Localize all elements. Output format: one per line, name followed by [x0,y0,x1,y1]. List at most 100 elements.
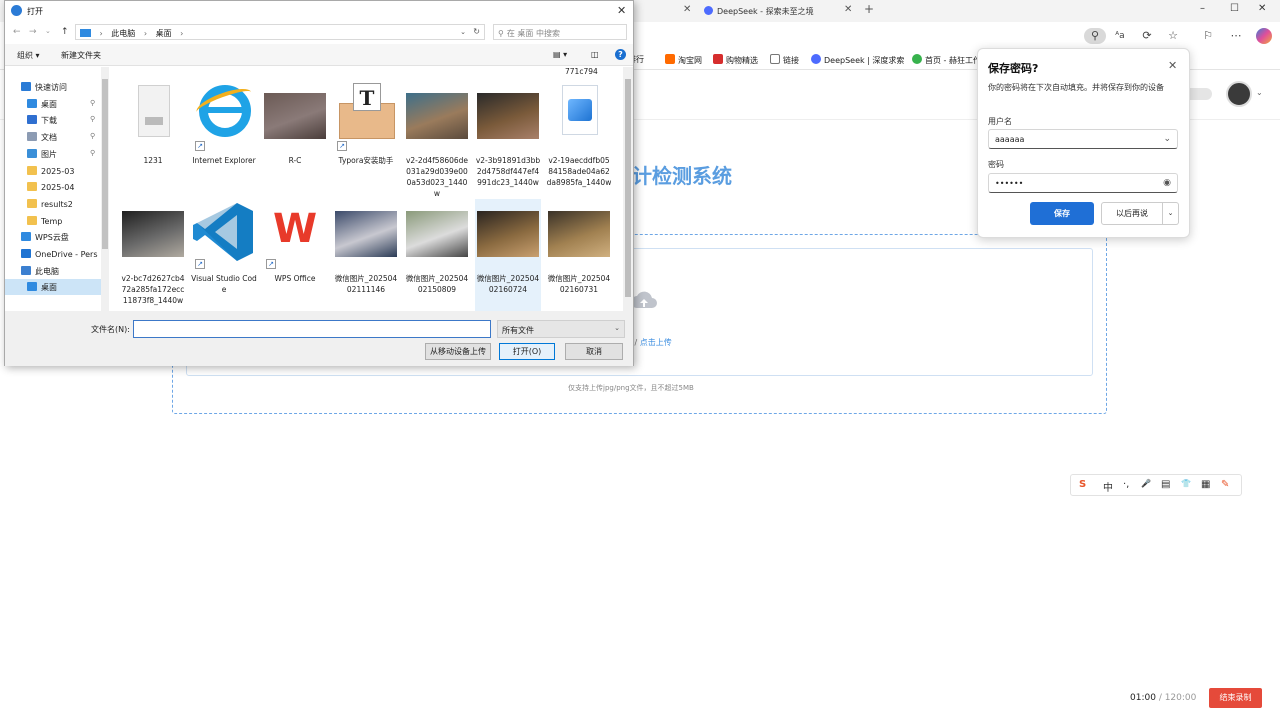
partial-file-label: 771c794 [565,67,598,76]
sidebar-item[interactable]: WPS云盘 [5,229,101,245]
file-item[interactable]: W ↗ WPS Office [262,199,328,311]
chevron-down-icon[interactable]: ⌄ [1163,134,1171,144]
organize-button[interactable]: 组织 ▾ [17,50,40,61]
password-key-icon[interactable]: ⚲ [1084,28,1106,44]
deepseek-icon [704,6,713,15]
file-item[interactable]: v2-2d4f58606de031a29d039e000a53d023_1440… [404,81,470,198]
skin-icon[interactable]: 👕 [1181,479,1191,488]
preview-pane-icon[interactable]: ◫ [591,50,599,59]
maximize-button[interactable]: ☐ [1230,3,1239,14]
chevron-down-icon[interactable]: ⌄ [1163,202,1179,225]
handwriting-icon[interactable]: ✎ [1221,479,1229,490]
search-input[interactable]: ⚲ 在 桌面 中搜索 [493,24,627,40]
favorite-label: 购物精选 [726,56,758,65]
chevron-down-icon[interactable]: ⌄ [45,27,51,35]
read-aloud-icon[interactable]: ᴬa [1112,28,1128,44]
chevron-down-icon[interactable]: ⌄ [1256,88,1263,97]
sidebar-item[interactable]: 下载 ⚲ [5,112,101,128]
extension-icon[interactable]: ⟳ [1139,28,1155,44]
breadcrumb-item[interactable]: 桌面 [156,29,172,38]
new-folder-button[interactable]: 新建文件夹 [61,50,101,61]
favorite-item[interactable]: 购物精选 [713,54,758,66]
refresh-icon[interactable]: ↻ [473,27,480,36]
sidebar-item[interactable]: 桌面 [5,279,101,296]
sidebar-item[interactable]: 2025-04 [5,179,101,195]
collections-icon[interactable]: ⚐ [1200,28,1216,44]
up-arrow-icon[interactable]: ↑ [61,27,69,37]
keyboard-icon[interactable]: ▤ [1161,479,1170,490]
password-field[interactable]: •••••• ◉ [988,173,1178,193]
ime-punctuation[interactable]: ·, [1123,479,1129,490]
favorite-item[interactable]: DeepSeek | 深度求索 [811,54,904,66]
file-open-dialog: 打开 ✕ ← → ⌄ ↑ › 此电脑 › 桌面 › ⌄ ↻ ⚲ 在 桌面 中搜索 … [4,0,634,366]
file-item[interactable]: 微信图片_20250402160724 [475,199,541,311]
favorite-star-icon[interactable]: ☆ [1165,28,1181,44]
file-item[interactable]: 1231 [120,81,186,197]
sidebar-item[interactable]: 快速访问 [5,79,101,95]
eye-icon[interactable]: ◉ [1163,178,1171,188]
favorite-item[interactable]: 链接 [770,54,799,66]
sidebar-item[interactable]: results2 [5,196,101,212]
open-button[interactable]: 打开(O) [499,343,555,360]
sidebar-item[interactable]: 图片 ⚲ [5,146,101,162]
more-menu-icon[interactable]: ⋯ [1228,28,1244,44]
view-options-icon[interactable]: ▤ ▾ [553,50,567,59]
tab-deepseek[interactable]: DeepSeek - 探索未至之境 [698,2,820,20]
sidebar-item[interactable]: Temp [5,213,101,229]
file-item[interactable]: v2-19aecddfb0584158ade04a62da8985fa_1440… [546,81,612,197]
file-item[interactable]: 微信图片_20250402111146 [333,199,399,311]
sidebar-item[interactable]: OneDrive - Pers [5,246,101,262]
toolbox-icon[interactable]: ▦ [1201,479,1210,490]
address-path[interactable]: › 此电脑 › 桌面 › ⌄ ↻ [75,24,485,40]
close-icon[interactable]: ✕ [1168,59,1177,72]
not-now-button[interactable]: 以后再说 [1101,202,1163,225]
new-tab-button[interactable]: + [864,2,874,16]
file-list-scrollbar-thumb[interactable] [625,79,631,297]
file-item[interactable]: ↗ Internet Explorer [191,81,257,197]
file-item[interactable]: 微信图片_20250402160731 [546,199,612,311]
file-item[interactable]: 微信图片_20250402150809 [404,199,470,311]
copilot-icon[interactable] [1256,28,1272,44]
dialog-title: 打开 [27,7,43,16]
save-button[interactable]: 保存 [1030,202,1094,225]
cancel-button[interactable]: 取消 [565,343,623,360]
sidebar-scrollbar-thumb[interactable] [102,79,108,249]
dialog-close-icon[interactable]: ✕ [617,4,626,17]
filename-input[interactable]: ⌄ [133,320,616,338]
sidebar-item[interactable]: 桌面 ⚲ [5,96,101,112]
click-upload-link[interactable]: 点击上传 [640,338,672,347]
sogou-logo-icon[interactable]: S [1079,479,1086,490]
favorite-item[interactable]: 淘宝网 [665,54,702,66]
username-field[interactable]: aaaaaa ⌄ [988,129,1178,149]
back-arrow-icon[interactable]: ← [13,27,21,37]
window-close-button[interactable]: ✕ [1258,3,1266,14]
breadcrumb-item[interactable]: 此电脑 [111,29,135,38]
upload-from-device-button[interactable]: 从移动设备上传 [425,343,491,360]
file-item[interactable]: R-C [262,81,328,197]
close-tab-icon[interactable]: ✕ [683,4,691,15]
close-tab-icon[interactable]: ✕ [844,4,852,15]
filetype-select[interactable]: 所有文件 ⌄ [497,320,625,338]
sidebar-item[interactable]: 文档 ⚲ [5,129,101,145]
file-item[interactable]: ↗ Visual Studio Code [191,199,257,311]
file-item[interactable]: v2-bc7d2627cb472a285fa172ecc11873f8_1440… [120,199,186,311]
favorite-label: 首页 - 赫狂工作 [925,56,981,65]
file-item[interactable]: T ↗ Typora安装助手 [333,81,399,197]
minimize-button[interactable]: – [1200,3,1205,14]
sidebar-item[interactable]: 此电脑 [5,263,101,279]
microphone-icon[interactable]: 🎤 [1141,479,1151,488]
sidebar-item-label: 快速访问 [35,83,67,92]
avatar[interactable] [1226,81,1252,107]
password-label: 密码 [988,160,1004,169]
cloud-icon [21,232,31,242]
sidebar-item[interactable]: 2025-03 [5,163,101,179]
recording-timer: 01:00 / 120:00 [1130,693,1196,703]
forward-arrow-icon[interactable]: → [29,27,37,37]
file-item[interactable]: v2-3b91891d3bb2d4758df447ef4991dc23_1440… [475,81,541,197]
stop-recording-button[interactable]: 结束录制 [1209,688,1262,708]
ime-chinese-mode[interactable]: 中 [1103,479,1113,494]
photo-thumbnail [404,81,470,153]
favorite-item[interactable]: 首页 - 赫狂工作 [912,54,981,66]
chevron-down-icon[interactable]: ⌄ [460,28,466,36]
help-icon[interactable]: ? [615,49,626,60]
